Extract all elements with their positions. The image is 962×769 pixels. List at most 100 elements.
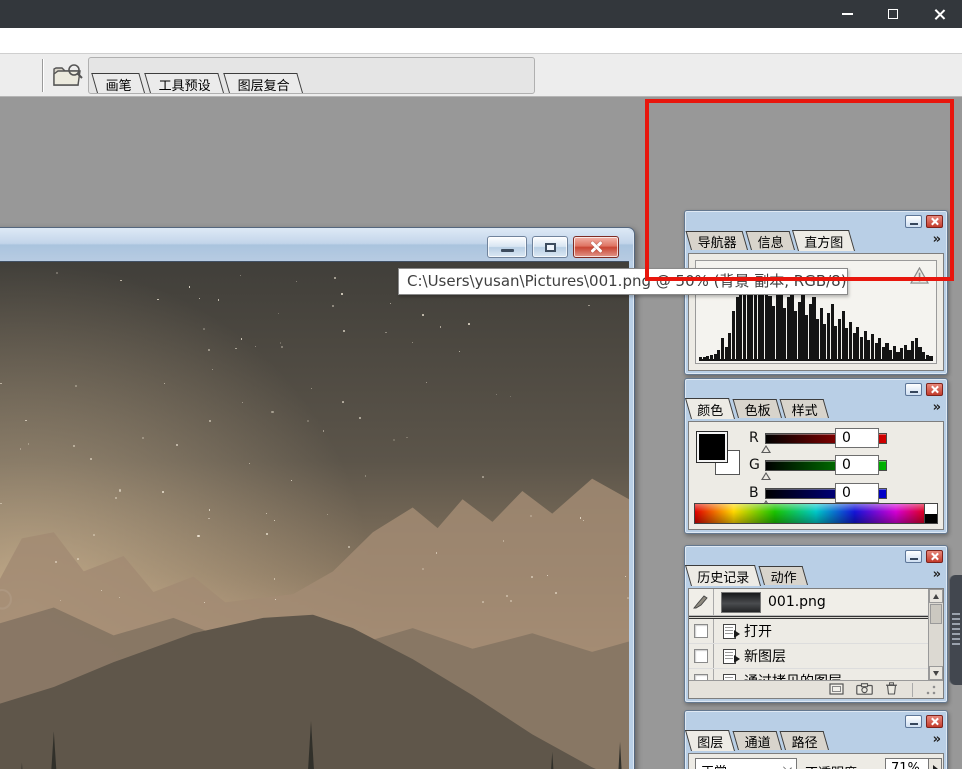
blend-mode-select[interactable]: 正常 [695, 758, 797, 769]
snapshot-name: 001.png [768, 594, 826, 610]
foreground-color-swatch[interactable] [697, 432, 727, 462]
app-titlebar [0, 0, 962, 28]
white-swatch[interactable] [924, 504, 937, 514]
palette-well-tabs: 画笔 工具预设 图层复合 [91, 73, 308, 94]
minimize-icon [909, 222, 918, 225]
app-close-button[interactable] [916, 0, 962, 28]
history-step-row[interactable]: 新图层 [689, 644, 928, 669]
scrollbar-thumb[interactable] [930, 604, 942, 624]
options-bar: 画笔 工具预设 图层复合 [0, 54, 962, 97]
history-step-label: 通过拷贝的图层 [744, 671, 842, 680]
history-panel-tabs: 历史记录 动作 » [684, 563, 947, 586]
arrow-down-icon [933, 670, 939, 676]
history-brush-cell[interactable] [689, 589, 714, 615]
history-panel: 历史记录 动作 » 001.png 打开 新图层 [684, 545, 948, 703]
panel-minimize-button[interactable] [905, 214, 922, 228]
history-step-row[interactable]: 打开 [689, 619, 928, 644]
opacity-slider-button[interactable] [929, 758, 942, 769]
panel-close-button[interactable] [926, 214, 943, 228]
tab-layer-comps[interactable]: 图层复合 [223, 73, 304, 94]
close-icon [931, 717, 939, 725]
document-window[interactable] [0, 227, 635, 769]
new-snapshot-button[interactable] [856, 680, 873, 698]
history-brush-icon [693, 595, 708, 609]
history-state-icon [723, 648, 740, 664]
landscape-image [0, 262, 629, 769]
app-maximize-button[interactable] [870, 0, 916, 28]
green-value-field[interactable]: 0 [835, 455, 879, 475]
tab-histogram[interactable]: 直方图 [792, 230, 856, 251]
delete-state-button[interactable] [885, 680, 898, 698]
history-source-checkbox[interactable] [689, 619, 714, 643]
tab-styles[interactable]: 样式 [779, 399, 830, 419]
minimize-icon [909, 557, 918, 560]
panel-menu-chevron[interactable]: » [933, 232, 942, 247]
opacity-label: 不透明度: [805, 762, 861, 769]
history-bottom-toolbar [689, 680, 943, 698]
history-step-row[interactable]: 通过拷贝的图层 [689, 669, 928, 680]
snapshot-thumbnail [721, 591, 761, 613]
color-panel-titlebar [685, 379, 947, 396]
document-close-button[interactable] [573, 236, 619, 258]
tab-brushes[interactable]: 画笔 [91, 73, 146, 94]
tab-tool-presets[interactable]: 工具预设 [144, 73, 225, 94]
panel-menu-chevron[interactable]: » [933, 567, 942, 582]
panel-minimize-button[interactable] [905, 382, 922, 396]
layers-panel-body: 正常 不透明度: 71% 锁定: 填充: 100% [688, 753, 944, 769]
panel-menu-chevron[interactable]: » [933, 732, 942, 747]
opacity-value-field[interactable]: 71% [885, 758, 929, 769]
panel-close-button[interactable] [926, 714, 943, 728]
blue-value-field[interactable]: 0 [835, 483, 879, 503]
histogram-panel-tabs: 导航器 信息 直方图 » [685, 228, 947, 251]
minimize-icon [841, 13, 853, 15]
channel-row-red: R 0 [749, 428, 887, 453]
new-document-from-state-button[interactable] [829, 680, 844, 698]
close-icon [931, 552, 939, 560]
file-browser-icon[interactable] [52, 62, 84, 93]
slider-thumb-icon[interactable] [761, 444, 771, 453]
app-minimize-button[interactable] [824, 0, 870, 28]
scroll-down-button[interactable] [929, 666, 943, 680]
tab-info[interactable]: 信息 [745, 231, 796, 251]
toolbar-divider [42, 59, 43, 92]
history-source-checkbox[interactable] [689, 669, 714, 680]
minimize-icon [909, 722, 918, 725]
scroll-up-button[interactable] [929, 589, 943, 603]
tab-color[interactable]: 颜色 [684, 398, 736, 419]
panel-close-button[interactable] [926, 382, 943, 396]
tab-swatches[interactable]: 色板 [732, 399, 783, 419]
panel-minimize-button[interactable] [905, 714, 922, 728]
color-panel-tabs: 颜色 色板 样式 » [684, 396, 947, 419]
document-restore-button[interactable] [532, 236, 568, 258]
layers-panel: 图层 通道 路径 » 正常 不透明度: 71% 锁定: [684, 710, 948, 769]
document-path-tooltip: C:\Users\yusan\Pictures\001.png @ 50% (背… [398, 268, 848, 295]
tab-layers[interactable]: 图层 [684, 730, 736, 751]
tab-actions[interactable]: 动作 [758, 566, 809, 586]
channel-row-green: G 0 [749, 455, 887, 480]
dock-scrollbar-handle[interactable] [949, 575, 962, 685]
panel-minimize-button[interactable] [905, 549, 922, 563]
history-source-checkbox[interactable] [689, 644, 714, 668]
panel-menu-chevron[interactable]: » [933, 400, 942, 415]
black-swatch[interactable] [924, 514, 937, 523]
close-icon [931, 217, 939, 225]
slider-thumb-icon[interactable] [761, 471, 771, 480]
red-value-field[interactable]: 0 [835, 428, 879, 448]
tab-history[interactable]: 历史记录 [684, 565, 762, 586]
history-snapshot-row[interactable]: 001.png [689, 589, 928, 616]
history-scrollbar[interactable] [928, 589, 943, 680]
tab-channels[interactable]: 通道 [732, 731, 783, 751]
close-icon [931, 385, 939, 393]
color-panel: 颜色 色板 样式 » R 0 G 0 B 0 [684, 378, 948, 534]
tab-paths[interactable]: 路径 [779, 731, 830, 751]
document-minimize-button[interactable] [487, 236, 527, 258]
resize-grip-icon[interactable] [925, 683, 937, 696]
panel-close-button[interactable] [926, 549, 943, 563]
document-canvas[interactable] [0, 261, 629, 769]
workspace-background: C:\Users\yusan\Pictures\001.png @ 50% (背… [0, 97, 962, 769]
history-panel-body: 001.png 打开 新图层 通过拷贝的图层 [688, 588, 944, 699]
tab-navigator[interactable]: 导航器 [685, 231, 749, 251]
warning-icon[interactable] [909, 266, 930, 288]
restore-icon [544, 242, 556, 252]
color-spectrum-ramp[interactable] [694, 503, 938, 524]
